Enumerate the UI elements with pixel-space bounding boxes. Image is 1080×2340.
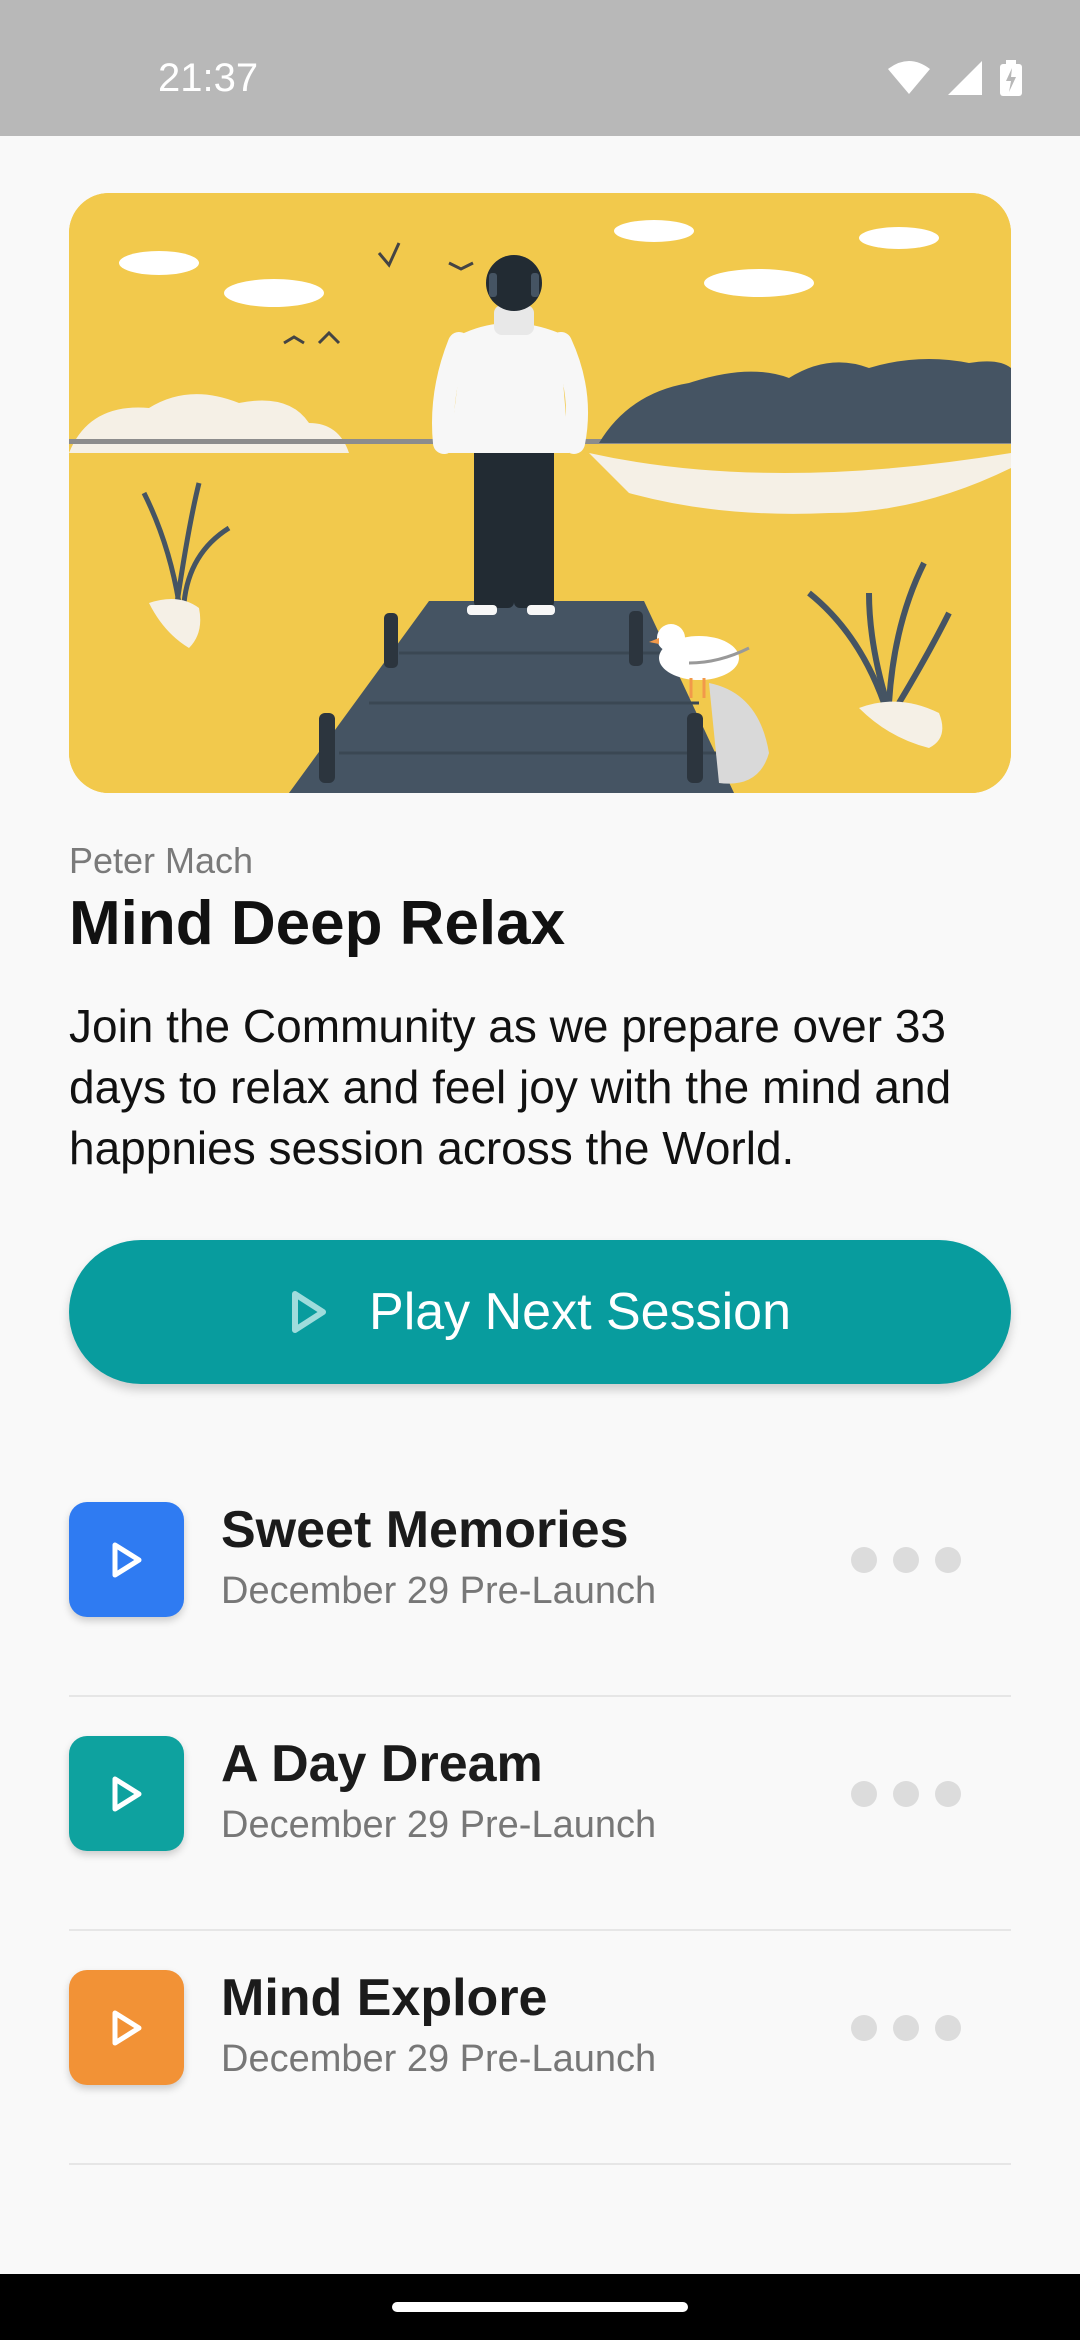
more-options-icon[interactable]	[851, 2015, 961, 2041]
play-next-session-button[interactable]: Play Next Session	[69, 1240, 1011, 1384]
session-date: December 29 Pre-Launch	[221, 1804, 657, 1846]
program-title: Mind Deep Relax	[69, 889, 566, 958]
session-date: December 29 Pre-Launch	[221, 2038, 657, 2080]
session-title: A Day Dream	[221, 1735, 543, 1793]
play-icon[interactable]	[69, 1970, 184, 2085]
list-item-a-day-dream[interactable]: A Day Dream December 29 Pre-Launch	[69, 1696, 1011, 1931]
more-options-icon[interactable]	[851, 1547, 961, 1573]
play-next-session-label: Play Next Session	[369, 1283, 791, 1341]
play-icon[interactable]	[69, 1736, 184, 1851]
status-bar: 21:37	[0, 0, 1080, 136]
wifi-icon	[888, 61, 930, 95]
play-icon[interactable]	[69, 1502, 184, 1617]
signal-icon	[948, 61, 982, 95]
status-icons	[888, 60, 1022, 96]
program-description: Join the Community as we prepare over 33…	[69, 1000, 952, 1174]
list-item-sweet-memories[interactable]: Sweet Memories December 29 Pre-Launch	[69, 1462, 1011, 1697]
session-title: Sweet Memories	[221, 1501, 629, 1559]
session-title: Mind Explore	[221, 1969, 548, 2027]
battery-icon	[1000, 60, 1022, 96]
play-icon	[289, 1290, 329, 1334]
status-time: 21:37	[158, 56, 259, 100]
more-options-icon[interactable]	[851, 1781, 961, 1807]
hero-illustration	[69, 193, 1011, 793]
author-name: Peter Mach	[69, 840, 254, 881]
home-gesture-handle[interactable]	[392, 2302, 688, 2312]
session-date: December 29 Pre-Launch	[221, 1570, 657, 1612]
list-item-mind-explore[interactable]: Mind Explore December 29 Pre-Launch	[69, 1930, 1011, 2165]
